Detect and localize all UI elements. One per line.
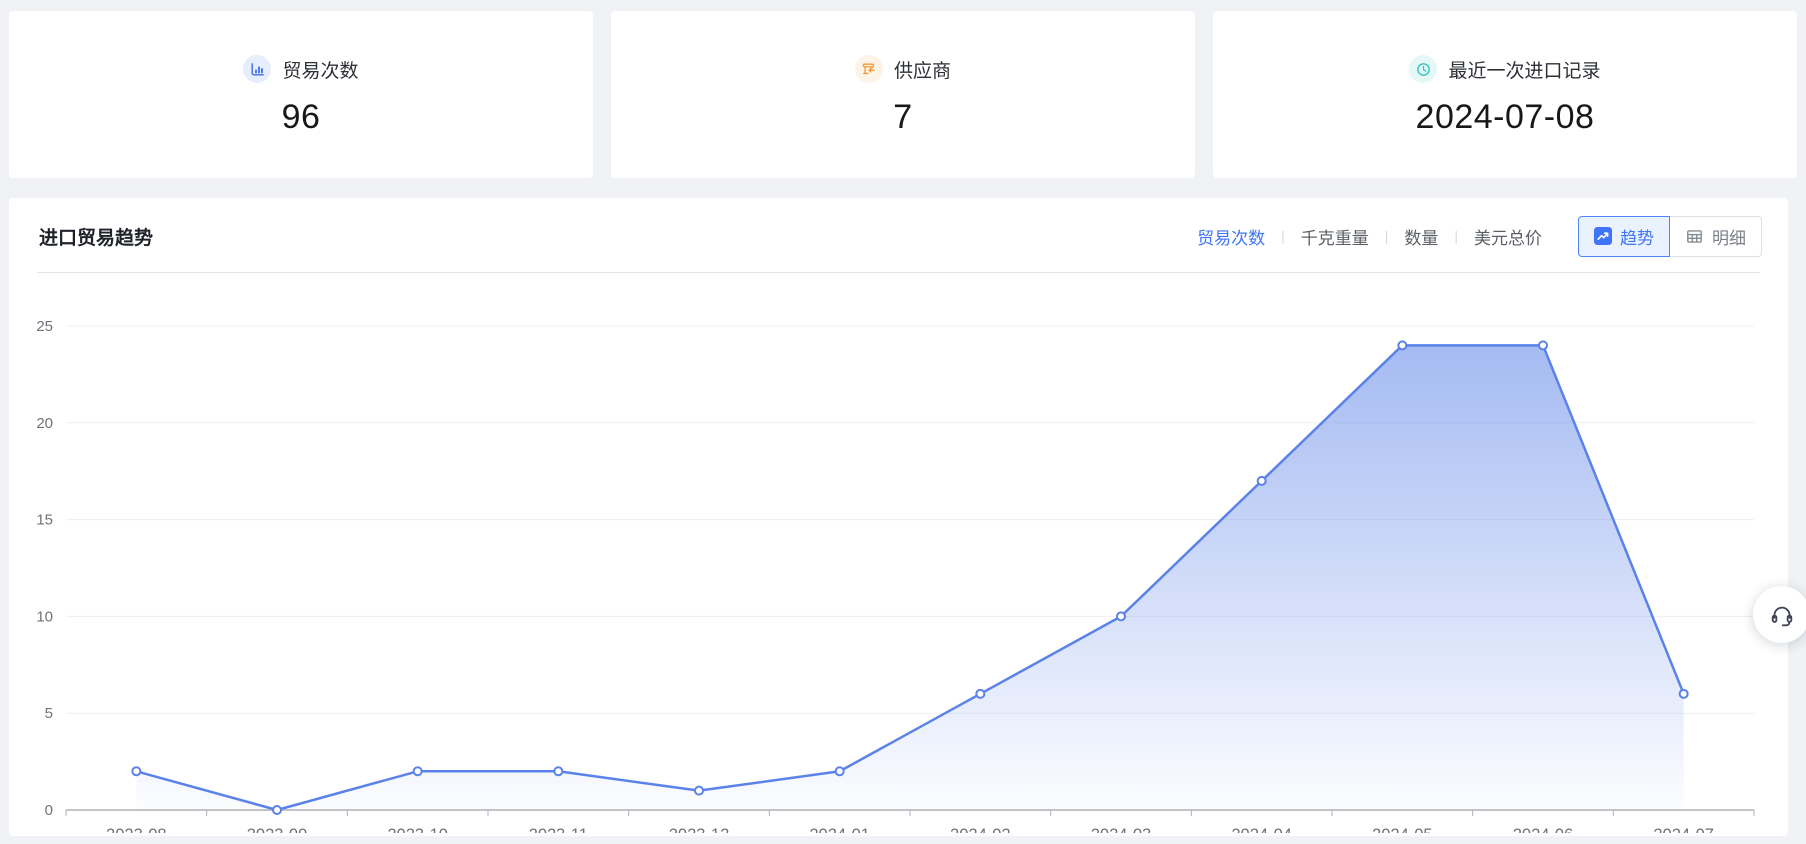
stat-head: 贸易次数 — [243, 55, 358, 83]
metric-tab-usd-total[interactable]: 美元总价 — [1458, 224, 1558, 249]
svg-text:2023-10: 2023-10 — [387, 826, 448, 833]
customer-service-button[interactable] — [1753, 586, 1806, 643]
table-icon — [1685, 227, 1704, 246]
svg-text:20: 20 — [36, 415, 53, 432]
trend-chart-container: 0 5 10 15 20 25 2023-08 2023-09 2023-10 2023-11 20… — [9, 273, 1787, 833]
chart-header: 进口贸易趋势 贸易次数 | 千克重量 | 数量 | 美元总价 — [9, 198, 1788, 260]
metric-tabs: 贸易次数 | 千克重量 | 数量 | 美元总价 — [1181, 224, 1558, 249]
svg-text:15: 15 — [36, 512, 53, 529]
supplier-store-icon — [855, 55, 883, 83]
detail-view-button[interactable]: 明细 — [1670, 216, 1762, 257]
svg-text:2023-12: 2023-12 — [669, 826, 730, 833]
stat-head: 最近一次进口记录 — [1409, 55, 1600, 83]
stat-head: 供应商 — [855, 55, 951, 83]
stat-value: 96 — [282, 98, 321, 137]
detail-view-label: 明细 — [1712, 224, 1746, 249]
stat-card-trade-count: 贸易次数 96 — [9, 11, 593, 178]
chart-title: 进口贸易趋势 — [39, 223, 153, 250]
headset-icon — [1769, 602, 1795, 628]
import-trend-card: 进口贸易趋势 贸易次数 | 千克重量 | 数量 | 美元总价 — [9, 198, 1788, 836]
stat-value: 2024-07-08 — [1416, 98, 1595, 137]
metric-tab-trade-count[interactable]: 贸易次数 — [1181, 224, 1281, 249]
svg-text:0: 0 — [45, 802, 53, 819]
stat-label: 最近一次进口记录 — [1448, 56, 1600, 83]
svg-text:2023-11: 2023-11 — [529, 826, 588, 833]
svg-text:25: 25 — [36, 318, 53, 335]
svg-text:2024-05: 2024-05 — [1372, 826, 1433, 833]
svg-text:2024-06: 2024-06 — [1513, 826, 1574, 833]
metric-tab-quantity[interactable]: 数量 — [1388, 224, 1454, 249]
metric-tab-kg-weight[interactable]: 千克重量 — [1285, 224, 1385, 249]
chart-controls: 贸易次数 | 千克重量 | 数量 | 美元总价 趋 — [1181, 216, 1762, 257]
trend-icon — [1594, 227, 1612, 245]
clock-icon — [1409, 55, 1437, 83]
trend-view-button[interactable]: 趋势 — [1578, 216, 1670, 257]
svg-text:2024-04: 2024-04 — [1231, 826, 1292, 833]
svg-text:2024-01: 2024-01 — [809, 826, 870, 833]
svg-text:10: 10 — [36, 608, 53, 625]
trend-chart: 0 5 10 15 20 25 2023-08 2023-09 2023-10 2023-11 20… — [9, 273, 1787, 833]
stat-card-suppliers: 供应商 7 — [611, 11, 1195, 178]
stat-card-last-import: 最近一次进口记录 2024-07-08 — [1213, 11, 1797, 178]
svg-text:2023-09: 2023-09 — [247, 826, 308, 833]
view-toggle: 趋势 明细 — [1578, 216, 1762, 257]
svg-text:5: 5 — [45, 705, 53, 722]
stat-value: 7 — [893, 98, 912, 137]
stat-label: 供应商 — [894, 56, 951, 83]
svg-text:2023-08: 2023-08 — [106, 826, 167, 833]
svg-text:2024-03: 2024-03 — [1091, 826, 1152, 833]
svg-text:2024-07: 2024-07 — [1653, 826, 1714, 833]
stats-row: 贸易次数 96 供应商 7 — [0, 0, 1806, 178]
stat-label: 贸易次数 — [282, 56, 358, 83]
trend-view-label: 趋势 — [1620, 224, 1654, 249]
svg-text:2024-02: 2024-02 — [950, 826, 1011, 833]
bar-chart-icon — [243, 55, 271, 83]
